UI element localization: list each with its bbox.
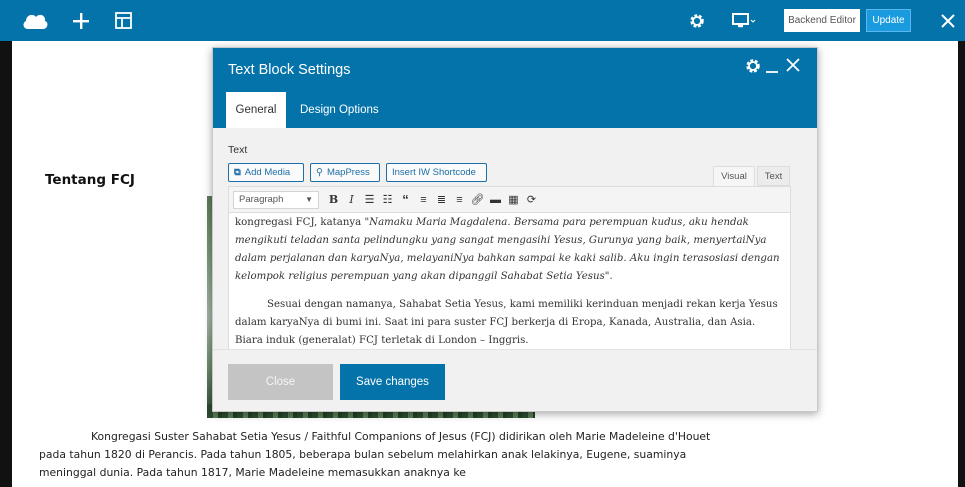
mappress-label: MapPress — [326, 167, 370, 178]
intro-paragraph: Kongregasi Suster Sahabat Setia Yesus / … — [39, 428, 719, 482]
modal-title: Text Block Settings — [228, 62, 351, 78]
add-media-button[interactable]: ⧉ Add Media — [228, 163, 304, 182]
modal-gear-icon[interactable] — [745, 58, 761, 74]
text-editor: Paragraph ▼ B I ☰ ☷ “ ≡ ≣ ≡ 🔗︎ ▬ ▦ ⟳ kon… — [228, 186, 791, 349]
frame-right — [958, 0, 965, 487]
tab-text[interactable]: Text — [757, 166, 790, 186]
editor-line-prefix: kongregasi FCJ, katanya — [235, 217, 365, 228]
add-media-label: Add Media — [244, 167, 291, 178]
modal-header: Text Block Settings General Design Optio… — [213, 48, 817, 128]
frame-left — [0, 0, 12, 487]
tab-design-options[interactable]: Design Options — [290, 92, 389, 128]
blockquote-icon[interactable]: “ — [397, 191, 414, 209]
tab-general[interactable]: General — [226, 92, 286, 128]
bullet-list-icon[interactable]: ☰ — [361, 191, 378, 209]
text-block-settings-modal: Text Block Settings General Design Optio… — [212, 47, 818, 412]
modal-footer: Close Save changes — [213, 349, 817, 411]
italic-icon[interactable]: I — [343, 191, 360, 209]
bold-icon[interactable]: B — [325, 191, 342, 209]
numbered-list-icon[interactable]: ☷ — [379, 191, 396, 209]
monitor-icon[interactable] — [728, 0, 762, 41]
update-button[interactable]: Update — [866, 9, 911, 32]
read-more-icon[interactable]: ▬ — [487, 191, 504, 209]
tab-visual[interactable]: Visual — [713, 166, 755, 186]
map-pin-icon: ⚲ — [316, 167, 323, 178]
align-left-icon[interactable]: ≡ — [415, 191, 432, 209]
insert-iw-shortcode-button[interactable]: Insert IW Shortcode — [386, 163, 487, 182]
top-toolbar: Backend Editor Update — [0, 0, 965, 41]
plus-icon[interactable] — [66, 0, 96, 41]
align-center-icon[interactable]: ≣ — [433, 191, 450, 209]
fullscreen-icon[interactable]: ⟳ — [523, 191, 540, 209]
chevron-down-icon: ▼ — [305, 195, 313, 204]
mappress-button[interactable]: ⚲ MapPress — [310, 163, 380, 182]
editor-content[interactable]: kongregasi FCJ, katanya "Namaku Maria Ma… — [235, 214, 783, 349]
intro-paragraph-text: Kongregasi Suster Sahabat Setia Yesus / … — [39, 430, 711, 479]
layout-icon[interactable] — [108, 0, 138, 41]
format-select-value: Paragraph — [239, 194, 284, 205]
section-title: Tentang FCJ — [45, 172, 135, 188]
keyboard-icon[interactable]: ▦ — [505, 191, 522, 209]
editor-paragraph-2: Sesuai dengan namanya, Sahabat Setia Yes… — [235, 299, 778, 346]
modal-close-icon[interactable] — [786, 58, 800, 72]
save-changes-button[interactable]: Save changes — [340, 364, 445, 400]
minimize-icon[interactable] — [765, 58, 779, 74]
cloud-logo-icon[interactable] — [18, 0, 52, 41]
media-icon: ⧉ — [234, 167, 241, 178]
close-icon[interactable] — [936, 0, 960, 41]
editor-toolbar: Paragraph ▼ B I ☰ ☷ “ ≡ ≣ ≡ 🔗︎ ▬ ▦ ⟳ — [229, 187, 790, 213]
close-button[interactable]: Close — [228, 364, 333, 400]
link-icon[interactable]: 🔗︎ — [469, 191, 486, 209]
editor-paragraph-1: kongregasi FCJ, katanya "Namaku Maria Ma… — [235, 214, 783, 286]
modal-body: Text ⧉ Add Media ⚲ MapPress Insert IW Sh… — [213, 128, 817, 349]
format-select[interactable]: Paragraph ▼ — [233, 190, 319, 209]
align-right-icon[interactable]: ≡ — [451, 191, 468, 209]
gear-icon[interactable] — [683, 0, 711, 41]
text-field-label: Text — [228, 144, 248, 156]
backend-editor-button[interactable]: Backend Editor — [784, 9, 860, 32]
